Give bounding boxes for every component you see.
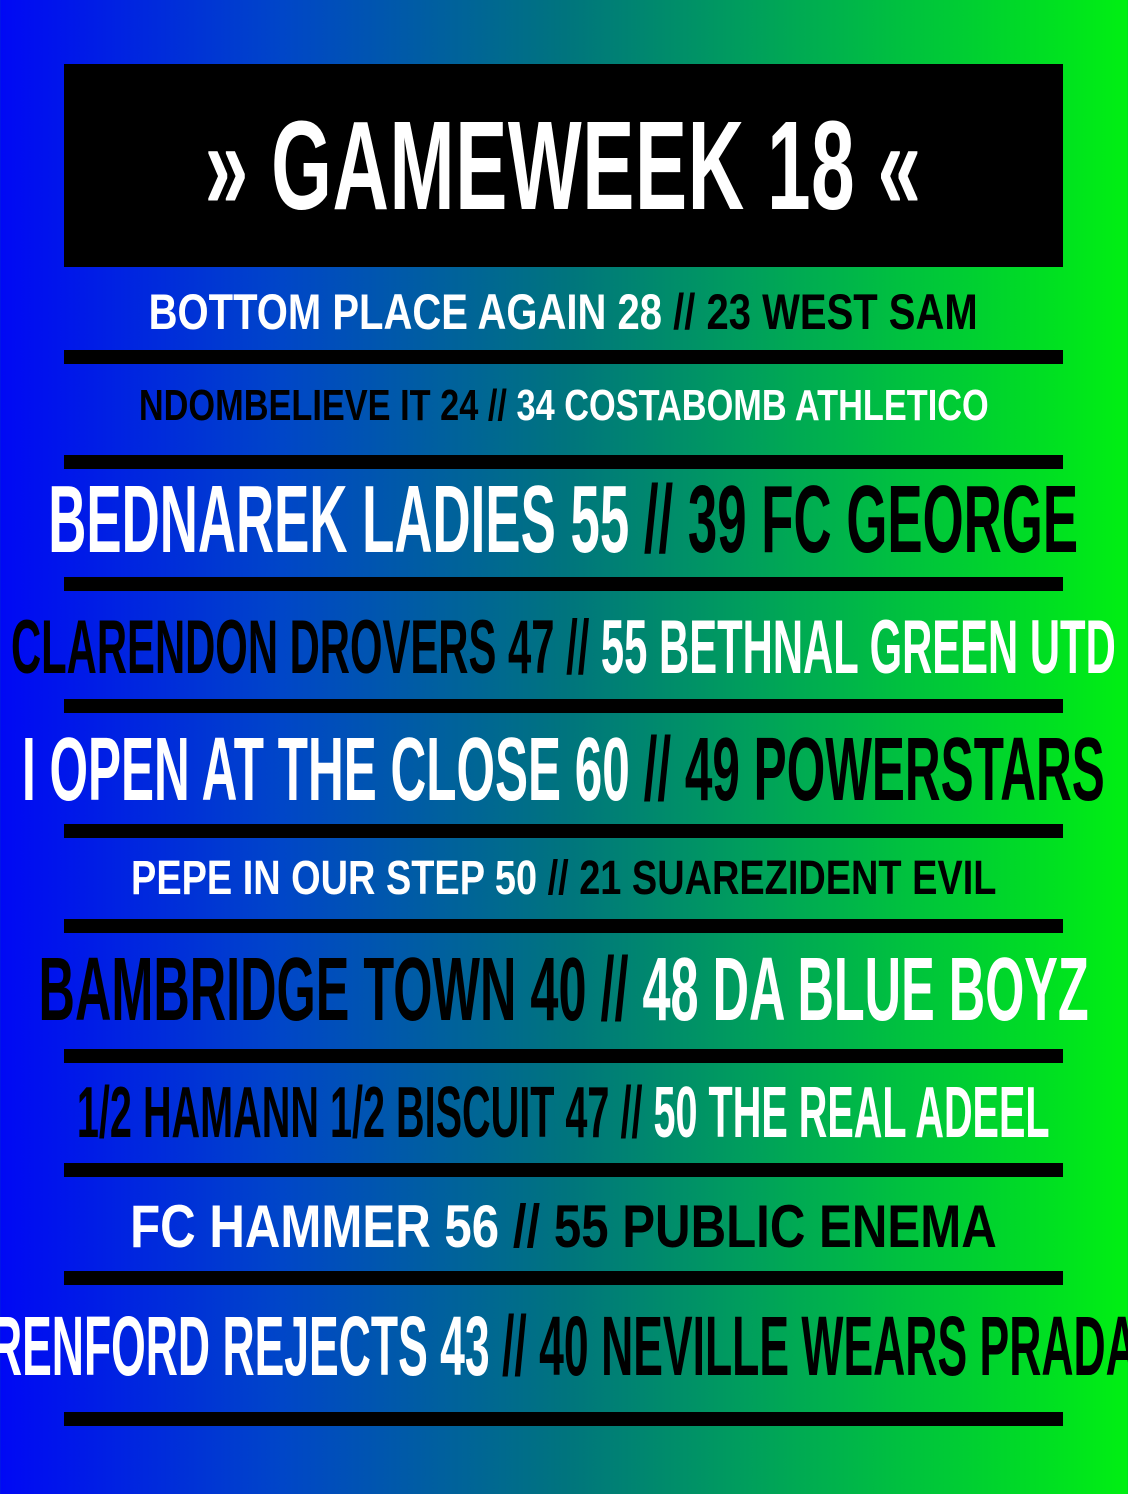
away-score: 50: [653, 1073, 698, 1153]
fixture-text: BEDNAREK LADIES 55 // 39 FC GEORGE: [49, 472, 1079, 568]
fixture-row-8: 1/2 HAMANN 1/2 BISCUIT 47 // 50 THE REAL…: [64, 1076, 1063, 1150]
fixture-text: RENFORD REJECTS 43 // 40 NEVILLE WEARS P…: [0, 1304, 1128, 1388]
fixture-row-9: FC HAMMER 56 // 55 PUBLIC ENEMA: [64, 1192, 1063, 1262]
home-score: 43: [439, 1299, 490, 1393]
away-score: 21: [578, 852, 622, 905]
divider: [64, 699, 1063, 713]
fixture-text: BOTTOM PLACE AGAIN 28 // 23 WEST SAM: [149, 287, 978, 337]
divider: [64, 919, 1063, 933]
fixture-row-7: BAMBRIDGE TOWN 40 // 48 DA BLUE BOYZ: [38, 944, 1088, 1036]
home-team: CLARENDON DROVERS: [11, 605, 497, 690]
fixture-row-5: I OPEN AT THE CLOSE 60 // 49 POWERSTARS: [22, 722, 1105, 818]
separator: //: [673, 284, 696, 340]
divider: [64, 824, 1063, 838]
away-score: 49: [684, 720, 741, 820]
fixture-text: I OPEN AT THE CLOSE 60 // 49 POWERSTARS: [22, 725, 1105, 815]
home-score: 47: [565, 1073, 610, 1153]
home-team: FC HAMMER: [130, 1193, 431, 1260]
home-score: 56: [444, 1193, 500, 1260]
away-team: SUAREZIDENT EVIL: [631, 852, 997, 905]
divider: [64, 1271, 1063, 1285]
divider: [64, 1412, 1063, 1426]
separator: //: [600, 940, 629, 1040]
separator: //: [644, 466, 674, 573]
fixture-row-4: CLARENDON DROVERS 47 // 55 BETHNAL GREEN…: [11, 608, 1116, 688]
home-team: 1/2 HAMANN 1/2 BISCUIT: [77, 1073, 555, 1153]
fixture-text: 1/2 HAMANN 1/2 BISCUIT 47 // 50 THE REAL…: [77, 1077, 1050, 1149]
title-banner: » GAMEWEEK 18 «: [64, 64, 1063, 267]
away-score: 34: [516, 381, 555, 430]
divider: [64, 1163, 1063, 1177]
home-score: 50: [494, 852, 537, 905]
separator: //: [547, 852, 569, 905]
fixture-row-3: BEDNAREK LADIES 55 // 39 FC GEORGE: [49, 472, 1079, 568]
fixture-text: BAMBRIDGE TOWN 40 // 48 DA BLUE BOYZ: [38, 945, 1088, 1035]
away-team: THE REAL ADEEL: [708, 1073, 1050, 1153]
fixture-row-6: PEPE IN OUR STEP 50 // 21 SUAREZIDENT EV…: [64, 850, 1063, 908]
home-score: 28: [617, 284, 663, 340]
home-score: 40: [530, 940, 587, 1040]
away-team: BETHNAL GREEN UTD: [659, 605, 1116, 690]
home-score: 24: [439, 381, 479, 430]
home-team: NDOMBELIEVE IT: [138, 381, 431, 430]
away-score: 23: [706, 284, 752, 340]
separator: //: [566, 605, 590, 690]
away-score: 39: [688, 466, 747, 573]
home-team: RENFORD REJECTS: [0, 1299, 428, 1393]
away-score: 55: [553, 1193, 609, 1260]
away-team: COSTABOMB ATHLETICO: [563, 381, 989, 430]
fixture-text: NDOMBELIEVE IT 24 // 34 COSTABOMB ATHLET…: [139, 384, 989, 428]
separator: //: [501, 1299, 527, 1393]
page-title: » GAMEWEEK 18 «: [205, 94, 922, 236]
home-team: BEDNAREK LADIES: [48, 466, 557, 573]
home-score: 47: [508, 605, 555, 690]
divider: [64, 350, 1063, 364]
fixture-row-1: BOTTOM PLACE AGAIN 28 // 23 WEST SAM: [64, 284, 1063, 340]
home-score: 55: [570, 466, 630, 573]
home-team: BAMBRIDGE TOWN: [38, 940, 517, 1040]
away-score: 40: [538, 1299, 589, 1393]
home-team: BOTTOM PLACE AGAIN: [148, 284, 607, 340]
divider: [64, 577, 1063, 591]
away-score: 48: [642, 940, 699, 1040]
away-team: NEVILLE WEARS PRADA: [600, 1299, 1128, 1393]
separator: //: [620, 1073, 643, 1153]
fixture-text: CLARENDON DROVERS 47 // 55 BETHNAL GREEN…: [11, 610, 1116, 686]
away-score: 55: [601, 605, 648, 690]
separator: //: [487, 381, 507, 430]
away-team: PUBLIC ENEMA: [622, 1193, 997, 1260]
home-score: 60: [574, 720, 630, 820]
fixture-text: PEPE IN OUR STEP 50 // 21 SUAREZIDENT EV…: [131, 855, 996, 903]
fixture-text: FC HAMMER 56 // 55 PUBLIC ENEMA: [130, 1197, 997, 1257]
away-team: DA BLUE BOYZ: [712, 940, 1089, 1040]
separator: //: [643, 720, 672, 820]
away-team: WEST SAM: [762, 284, 979, 340]
fixture-row-2: NDOMBELIEVE IT 24 // 34 COSTABOMB ATHLET…: [64, 380, 1063, 432]
home-team: I OPEN AT THE CLOSE: [22, 720, 562, 820]
divider: [64, 1049, 1063, 1063]
fixture-row-10: RENFORD REJECTS 43 // 40 NEVILLE WEARS P…: [0, 1300, 1128, 1392]
home-team: PEPE IN OUR STEP: [130, 852, 485, 905]
away-team: POWERSTARS: [753, 720, 1105, 820]
away-team: FC GEORGE: [761, 466, 1079, 573]
separator: //: [512, 1193, 541, 1260]
